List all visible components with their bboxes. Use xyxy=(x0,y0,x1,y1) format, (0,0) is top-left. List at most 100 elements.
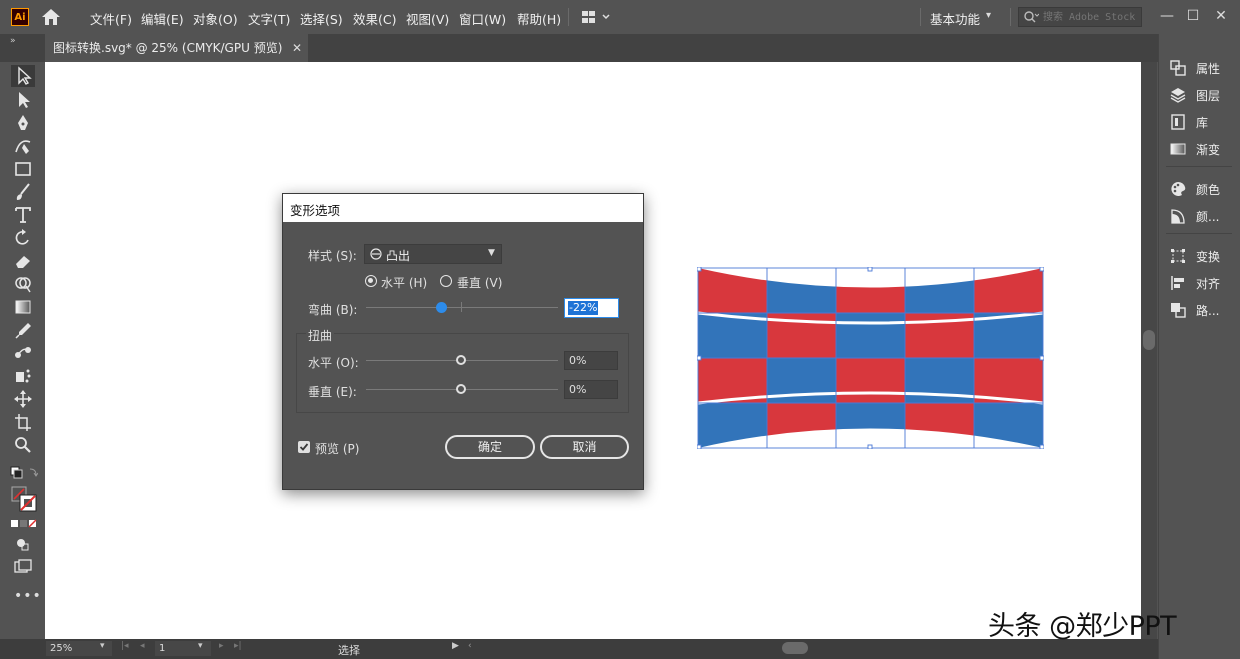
direct-selection-tool-icon[interactable] xyxy=(12,90,34,110)
menu-edit[interactable]: 编辑(E) xyxy=(141,9,184,28)
menu-select[interactable]: 选择(S) xyxy=(300,9,343,28)
zoom-tool-icon[interactable] xyxy=(12,435,34,455)
arrange-documents-icon[interactable] xyxy=(580,8,612,26)
bend-value-field[interactable]: -22% xyxy=(564,298,619,318)
menu-window[interactable]: 窗口(W) xyxy=(459,9,506,28)
shape-builder-tool-icon[interactable] xyxy=(12,274,34,294)
warped-grid-artwork[interactable] xyxy=(697,267,1044,449)
bend-slider-track[interactable] xyxy=(366,307,558,308)
more-tools-icon[interactable]: ••• xyxy=(14,588,42,604)
maximize-icon[interactable]: ☐ xyxy=(1182,6,1204,26)
panel-label: 路... xyxy=(1196,304,1220,318)
menu-divider xyxy=(920,8,921,26)
gradient-icon xyxy=(1170,143,1186,155)
distort-vertical-field[interactable]: 0% xyxy=(564,380,618,399)
panel-label: 颜... xyxy=(1196,210,1220,224)
panel-pathfinder[interactable]: 路... xyxy=(1170,299,1238,321)
chevron-down-icon[interactable]: ▾ xyxy=(100,641,105,651)
puppet-warp-tool-icon[interactable] xyxy=(12,389,34,409)
vertical-scrollbar-thumb[interactable] xyxy=(1143,330,1155,350)
next-artboard-icon[interactable]: ▸ xyxy=(219,641,224,651)
scroll-left-icon[interactable]: ‹ xyxy=(468,641,472,651)
horizontal-scrollbar-thumb[interactable] xyxy=(782,642,808,654)
rotate-tool-icon[interactable] xyxy=(12,228,34,248)
dialog-title: 变形选项 xyxy=(290,203,341,218)
type-tool-icon[interactable] xyxy=(12,205,34,225)
preview-label: 预览 (P) xyxy=(315,442,360,456)
distort-horizontal-field[interactable]: 0% xyxy=(564,351,618,370)
distort-horizontal-knob[interactable] xyxy=(456,355,466,365)
close-icon[interactable]: ✕ xyxy=(1210,6,1232,26)
panel-color-guide[interactable]: 颜... xyxy=(1170,205,1238,227)
menu-effect[interactable]: 效果(C) xyxy=(353,9,396,28)
document-tab[interactable]: 图标转换.svg* @ 25% (CMYK/GPU 预览) xyxy=(45,34,308,62)
style-dropdown[interactable] xyxy=(364,244,502,264)
panel-label: 属性 xyxy=(1196,62,1221,76)
vertical-radio[interactable] xyxy=(440,275,452,287)
menu-type[interactable]: 文字(T) xyxy=(248,9,290,28)
stock-search-box[interactable] xyxy=(1018,7,1142,27)
document-tab-label: 图标转换.svg* @ 25% (CMYK/GPU 预览) xyxy=(53,41,283,55)
artboard-tool-icon[interactable] xyxy=(12,412,34,432)
panel-properties[interactable]: 属性 xyxy=(1170,57,1238,79)
panel-layers[interactable]: 图层 xyxy=(1170,84,1238,106)
menu-divider xyxy=(1010,8,1011,26)
fill-stroke-swatch-icon[interactable] xyxy=(10,485,40,513)
ok-button[interactable]: 确定 xyxy=(445,435,535,459)
menu-file[interactable]: 文件(F) xyxy=(90,9,132,28)
close-tab-icon[interactable]: ✕ xyxy=(292,41,302,55)
status-menu-icon[interactable]: ▶ xyxy=(452,641,459,651)
last-artboard-icon[interactable]: ▸| xyxy=(234,641,242,651)
selection-tool-icon[interactable] xyxy=(12,66,34,86)
panel-label: 图层 xyxy=(1196,89,1221,103)
bend-value-text: -22% xyxy=(568,301,599,315)
panel-gradient[interactable]: 渐变 xyxy=(1170,138,1238,160)
search-icon xyxy=(1024,11,1039,23)
bulge-style-icon xyxy=(370,248,382,260)
pen-tool-icon[interactable] xyxy=(12,113,34,133)
cancel-button[interactable]: 取消 xyxy=(540,435,629,459)
transform-icon xyxy=(1171,249,1185,263)
preview-checkbox[interactable] xyxy=(298,441,310,453)
style-dropdown-value: 凸出 xyxy=(386,249,411,263)
collapse-toolbar-icon[interactable]: » xyxy=(10,36,16,46)
checkmark-icon xyxy=(299,443,309,451)
panel-color[interactable]: 颜色 xyxy=(1170,178,1238,200)
panel-transform[interactable]: 变换 xyxy=(1170,245,1238,267)
panel-libraries[interactable]: 库 xyxy=(1170,111,1238,133)
default-colors-icon[interactable] xyxy=(10,465,39,481)
gradient-tool-icon[interactable] xyxy=(12,297,34,317)
symbol-sprayer-tool-icon[interactable] xyxy=(12,366,34,386)
rectangle-tool-icon[interactable] xyxy=(12,159,34,179)
vertical-scrollbar[interactable] xyxy=(1141,62,1157,639)
eyedropper-tool-icon[interactable] xyxy=(12,320,34,340)
eraser-tool-icon[interactable] xyxy=(12,251,34,271)
chevron-down-icon[interactable]: ▾ xyxy=(198,641,203,651)
drawing-mode-icon[interactable] xyxy=(12,534,34,554)
workspace-switcher[interactable]: 基本功能 xyxy=(930,9,980,28)
blend-tool-icon[interactable] xyxy=(12,343,34,363)
horizontal-radio[interactable] xyxy=(365,275,377,287)
home-icon[interactable] xyxy=(40,8,62,26)
minimize-icon[interactable]: — xyxy=(1156,6,1178,26)
first-artboard-icon[interactable]: |◂ xyxy=(121,641,129,651)
menu-view[interactable]: 视图(V) xyxy=(406,9,449,28)
screen-mode-icon[interactable] xyxy=(12,557,34,577)
panel-label: 变换 xyxy=(1196,250,1221,264)
menu-object[interactable]: 对象(O) xyxy=(193,9,238,28)
previous-artboard-icon[interactable]: ◂ xyxy=(140,641,145,651)
libraries-icon xyxy=(1171,114,1185,130)
bend-label: 弯曲 (B): xyxy=(308,303,358,317)
distort-vertical-knob[interactable] xyxy=(456,384,466,394)
curvature-tool-icon[interactable] xyxy=(12,136,34,156)
stock-search-input[interactable] xyxy=(1043,9,1139,25)
align-icon xyxy=(1171,276,1184,290)
panel-align[interactable]: 对齐 xyxy=(1170,272,1238,294)
chevron-down-icon[interactable]: ▾ xyxy=(986,10,991,21)
properties-icon xyxy=(1170,60,1186,76)
paintbrush-tool-icon[interactable] xyxy=(12,182,34,202)
watermark: 头条 @郑少PPT xyxy=(988,611,1177,642)
menu-help[interactable]: 帮助(H) xyxy=(517,9,561,28)
bend-slider-knob[interactable] xyxy=(436,302,447,313)
color-mode-icons[interactable] xyxy=(10,518,38,528)
